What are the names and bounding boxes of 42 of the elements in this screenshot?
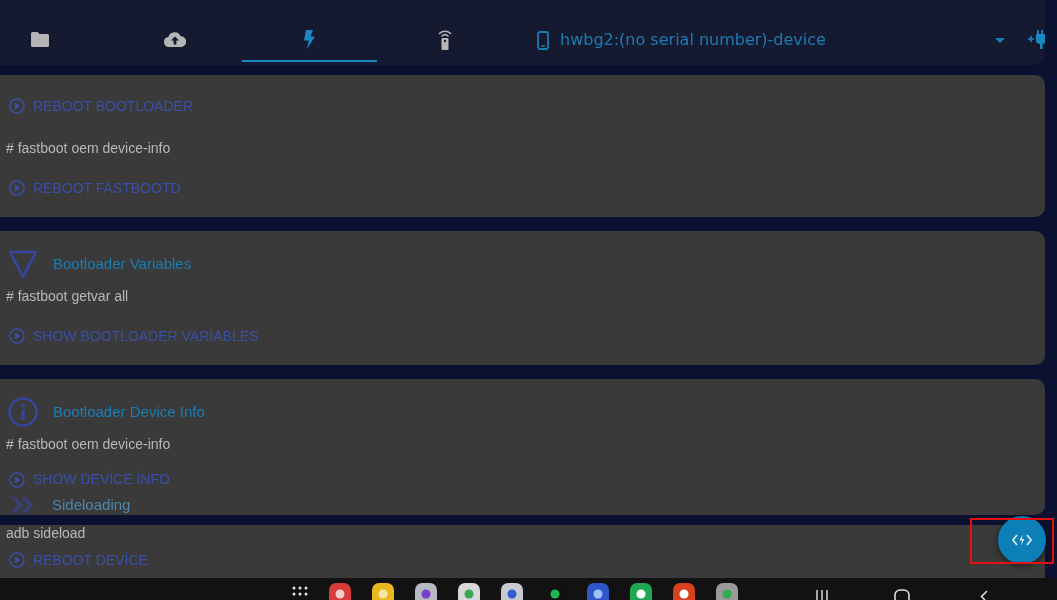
- play-circle-icon: [9, 180, 25, 196]
- action-button[interactable]: REBOOT FASTBOOTD: [9, 177, 181, 199]
- play-circle-icon: [9, 471, 25, 488]
- play-circle-icon: [9, 328, 25, 344]
- play-circle-icon: [9, 98, 25, 114]
- app-icon[interactable]: [372, 583, 394, 600]
- caret-icon: [995, 37, 1005, 43]
- app-icon[interactable]: [458, 583, 480, 600]
- code-bolt-icon: [1012, 534, 1032, 546]
- play-circle-icon: [9, 552, 25, 568]
- app-icon[interactable]: [673, 583, 695, 600]
- command-text: # fastboot oem device-info: [6, 434, 171, 454]
- action-button[interactable]: SHOW BOOTLOADER VARİABLES: [9, 325, 259, 347]
- cloud-upload-icon: [163, 31, 186, 47]
- add-plug-icon[interactable]: [1028, 29, 1045, 49]
- info-icon: [8, 397, 38, 427]
- app-icon[interactable]: [329, 583, 351, 600]
- lightning-icon: [304, 29, 315, 49]
- action-button[interactable]: REBOOT BOOTLOADER: [9, 95, 193, 117]
- triangle-icon: [8, 249, 38, 279]
- recents-icon[interactable]: [816, 590, 828, 600]
- back-icon[interactable]: [980, 590, 988, 600]
- app-icon[interactable]: [415, 583, 437, 600]
- command-text: adb sideload: [6, 524, 86, 543]
- phone-icon: [537, 30, 549, 50]
- section-title: Bootloader Variables: [53, 254, 192, 274]
- app-icon[interactable]: [501, 583, 523, 600]
- app-icon[interactable]: [630, 583, 652, 600]
- home-icon[interactable]: [894, 589, 910, 600]
- action-button[interactable]: REBOOT DEVİCE: [9, 549, 148, 571]
- remote-control-icon: [437, 28, 452, 50]
- double-chevron-icon: [10, 497, 34, 513]
- command-text: # fastboot oem device-info: [6, 138, 171, 158]
- device-dropdown[interactable]: hwbg2:(no serial number)-device: [537, 18, 1005, 62]
- app-icon[interactable]: [716, 583, 738, 600]
- section-title: Bootloader Device Info: [53, 402, 205, 422]
- folder-icon: [30, 31, 49, 47]
- action-button[interactable]: SHOW DEVİCE İNFO: [9, 469, 170, 490]
- command-text: # fastboot getvar all: [6, 286, 129, 306]
- app-icon[interactable]: [587, 583, 609, 600]
- section-title: Sideloading: [52, 495, 131, 515]
- apps-grid-icon[interactable]: [292, 586, 308, 598]
